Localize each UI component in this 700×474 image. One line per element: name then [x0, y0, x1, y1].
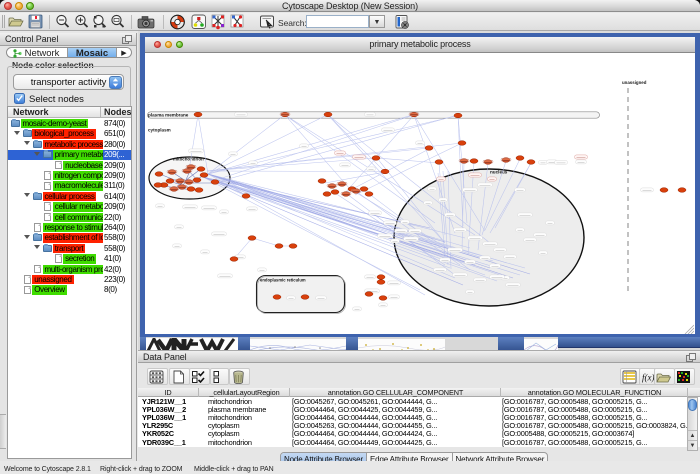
svg-text:endoplasmic reticulum: endoplasmic reticulum — [260, 278, 306, 283]
svg-text:unassigned: unassigned — [622, 80, 647, 85]
svg-text:f(x): f(x) — [642, 373, 655, 383]
svg-text:plasma membrane: plasma membrane — [148, 113, 189, 118]
svg-text:mitochondrion: mitochondrion — [173, 157, 204, 162]
svg-text:nucleus: nucleus — [490, 170, 508, 175]
svg-text:cytoplasm: cytoplasm — [148, 128, 171, 133]
